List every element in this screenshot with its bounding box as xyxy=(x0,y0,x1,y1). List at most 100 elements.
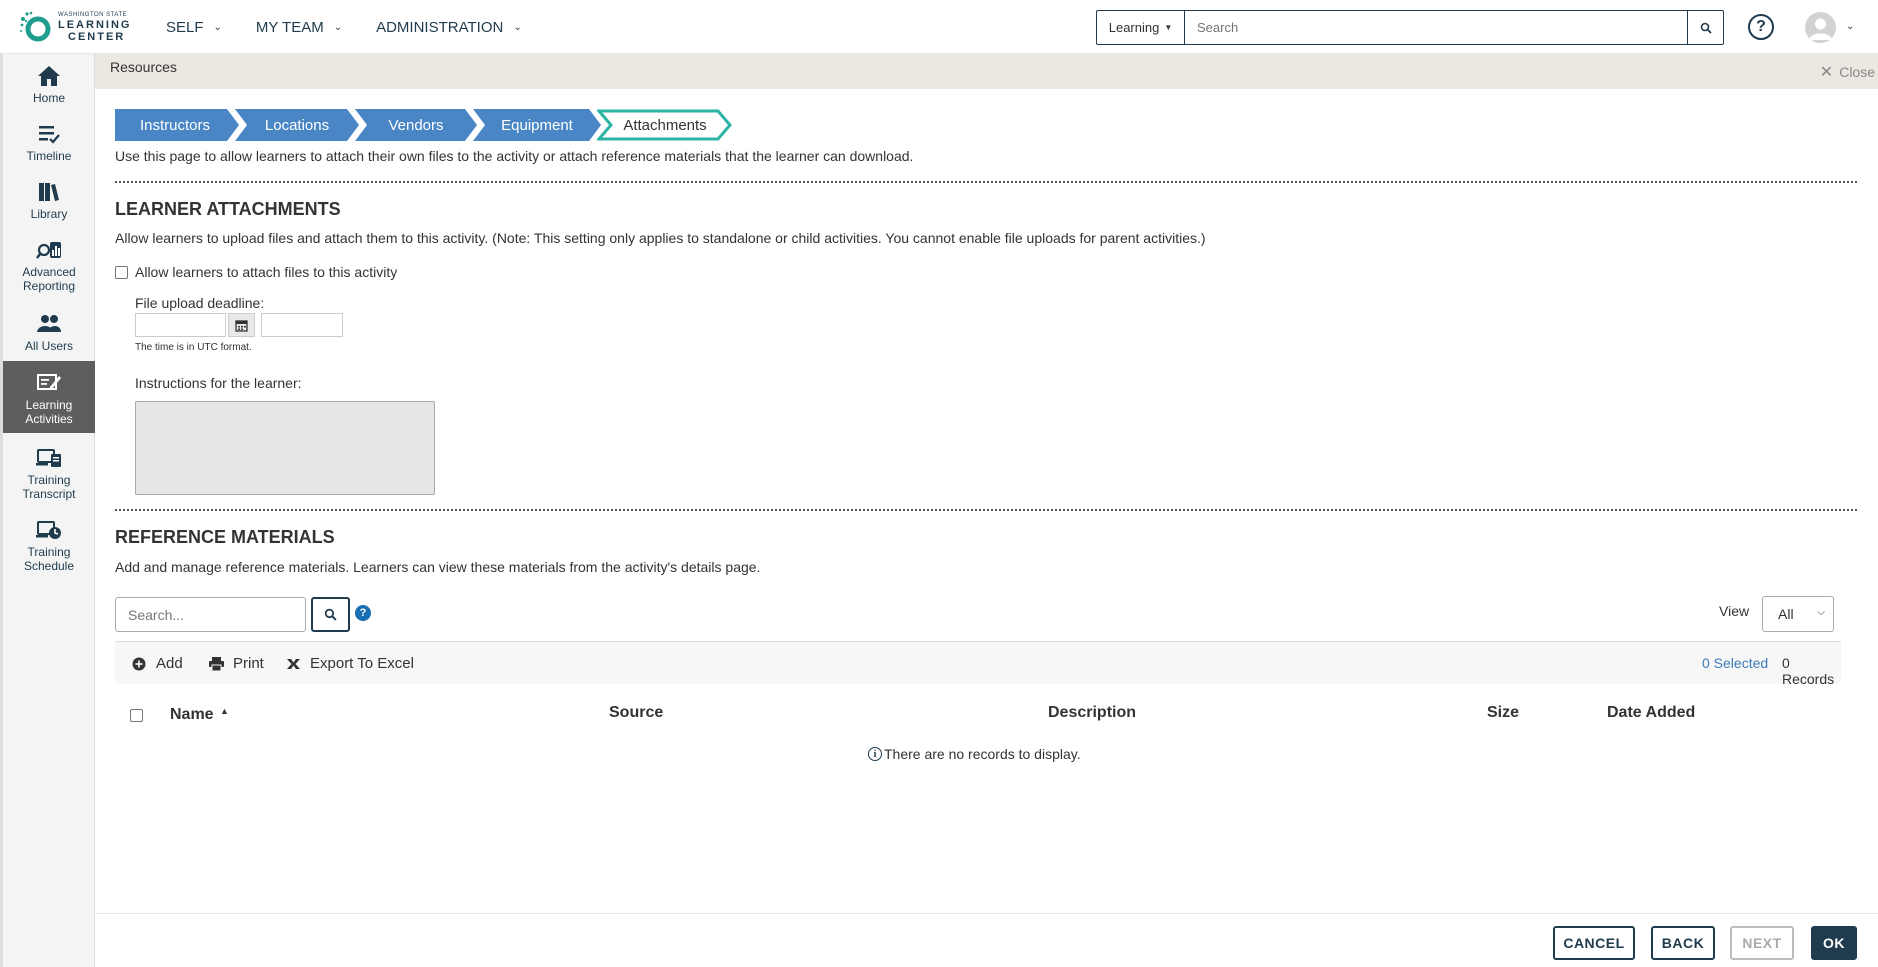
step-equipment[interactable]: Equipment xyxy=(473,109,601,141)
user-icon xyxy=(1809,18,1832,40)
global-search-input[interactable] xyxy=(1185,11,1687,44)
column-header-source[interactable]: Source xyxy=(609,704,663,722)
sidebar-item-label: Home xyxy=(32,91,65,105)
ok-button[interactable]: OK xyxy=(1811,926,1857,960)
nav-administration-label: ADMINISTRATION xyxy=(376,18,504,36)
reference-search-placeholder: Search... xyxy=(128,606,185,623)
divider xyxy=(115,181,1857,183)
learner-attachments-heading: LEARNER ATTACHMENTS xyxy=(115,199,341,219)
logo[interactable]: WASHINGTON STATE LEARNING CENTER xyxy=(18,8,136,46)
sidebar-item-label: Learning Activities xyxy=(25,398,73,427)
sidebar-item-all-users[interactable]: All Users xyxy=(3,312,95,360)
caret-down-icon: ▼ xyxy=(1164,23,1173,32)
close-button[interactable]: ✕ Close xyxy=(1820,62,1875,82)
intro-text: Use this page to allow learners to attac… xyxy=(115,148,914,164)
learner-attachments-desc: Allow learners to upload files and attac… xyxy=(115,230,1206,246)
deadline-date-input[interactable] xyxy=(135,313,226,337)
reference-search-button[interactable] xyxy=(311,597,350,632)
empty-state-text: There are no records to display. xyxy=(884,746,1081,762)
sidebar-item-home[interactable]: Home xyxy=(3,64,95,112)
search-icon xyxy=(324,608,337,621)
print-icon xyxy=(208,656,224,672)
export-to-excel-button[interactable]: Export To Excel xyxy=(285,655,414,672)
nav-administration[interactable]: ADMINISTRATION ⌄ xyxy=(376,19,522,36)
allow-attach-checkbox[interactable] xyxy=(115,265,128,279)
search-scope-dropdown[interactable]: Learning ▼ xyxy=(1097,11,1185,44)
sort-asc-icon: ▲ xyxy=(220,706,229,716)
nav-self[interactable]: SELF ⌄ xyxy=(166,19,222,36)
reference-search-input[interactable]: Search... xyxy=(115,597,306,632)
logo-text: WASHINGTON STATE LEARNING CENTER xyxy=(58,12,131,43)
chevron-down-icon: ⌄ xyxy=(213,21,222,33)
sidebar-item-library[interactable]: Library xyxy=(3,180,95,228)
help-icon[interactable]: ? xyxy=(355,605,371,621)
column-header-date-added[interactable]: Date Added xyxy=(1607,704,1695,722)
sidebar-item-label: Advanced Reporting xyxy=(22,265,76,294)
help-icon: ? xyxy=(1756,18,1766,35)
print-label: Print xyxy=(233,655,264,672)
step-vendors[interactable]: Vendors xyxy=(355,109,477,141)
top-nav: SELF ⌄ MY TEAM ⌄ ADMINISTRATION ⌄ xyxy=(166,0,556,54)
column-header-size[interactable]: Size xyxy=(1487,704,1519,722)
cancel-button[interactable]: CANCEL xyxy=(1553,926,1635,960)
add-button[interactable]: Add xyxy=(131,655,183,672)
column-header-label: Name xyxy=(170,706,214,723)
view-select-value: All xyxy=(1778,606,1794,622)
info-icon: i xyxy=(868,747,882,761)
selected-count[interactable]: 0 Selected xyxy=(1702,655,1768,671)
search-icon xyxy=(1700,22,1712,34)
view-select[interactable]: All ⌵ xyxy=(1762,596,1834,632)
step-instructors[interactable]: Instructors xyxy=(115,109,239,141)
plus-circle-icon xyxy=(131,656,147,672)
schedule-icon xyxy=(36,521,61,539)
chevron-down-icon: ⌄ xyxy=(333,21,343,33)
reporting-icon xyxy=(36,242,61,259)
step-label: Attachments xyxy=(623,116,707,134)
nav-self-label: SELF xyxy=(166,18,204,36)
library-icon xyxy=(39,183,59,201)
sidebar-item-training-transcript[interactable]: Training Transcript xyxy=(3,446,95,506)
step-label: Vendors xyxy=(388,116,444,134)
step-label: Instructors xyxy=(139,116,211,134)
transcript-icon xyxy=(36,449,61,467)
help-button[interactable]: ? xyxy=(1748,14,1774,40)
next-button[interactable]: NEXT xyxy=(1730,926,1794,960)
calendar-button[interactable] xyxy=(228,313,255,337)
sidebar-item-training-schedule[interactable]: Training Schedule xyxy=(3,518,95,578)
page-title: Resources xyxy=(110,59,177,75)
sidebar-item-advanced-reporting[interactable]: Advanced Reporting xyxy=(3,238,95,296)
column-header-name[interactable]: Name ▲ xyxy=(170,706,229,724)
instructions-label: Instructions for the learner: xyxy=(135,375,302,391)
step-nav: Instructors Locations Vendors Equipment … xyxy=(115,109,733,141)
close-icon: ✕ xyxy=(1819,64,1834,81)
sidebar-item-learning-activities[interactable]: Learning Activities xyxy=(3,361,95,433)
global-search-button[interactable] xyxy=(1687,11,1723,44)
main-content: Resources ✕ Close Instructors Locations … xyxy=(95,54,1878,967)
excel-icon xyxy=(285,656,301,672)
resources-header: Resources ✕ Close xyxy=(95,54,1878,89)
step-label: Equipment xyxy=(501,116,573,134)
footer-actions: CANCEL BACK NEXT OK xyxy=(95,913,1878,967)
step-attachments[interactable]: Attachments xyxy=(597,109,733,141)
logo-line-3: CENTER xyxy=(68,30,126,43)
select-all-checkbox[interactable] xyxy=(130,709,143,722)
home-icon xyxy=(38,66,60,86)
column-header-description[interactable]: Description xyxy=(1048,704,1136,722)
search-scope-label: Learning xyxy=(1108,20,1160,35)
instructions-textarea[interactable] xyxy=(135,401,435,495)
close-label: Close xyxy=(1839,64,1875,80)
print-button[interactable]: Print xyxy=(208,655,264,672)
calendar-icon xyxy=(235,319,248,332)
global-search: Learning ▼ xyxy=(1096,10,1724,45)
empty-state: i There are no records to display. xyxy=(868,746,1081,762)
avatar[interactable] xyxy=(1805,12,1836,43)
logo-line-1: WASHINGTON STATE xyxy=(58,11,128,18)
chevron-down-icon[interactable]: ⌄ xyxy=(1846,21,1854,32)
deadline-time-input[interactable] xyxy=(261,313,343,337)
sidebar-item-timeline[interactable]: Timeline xyxy=(3,122,95,170)
view-label: View xyxy=(1719,603,1750,619)
step-locations[interactable]: Locations xyxy=(235,109,359,141)
nav-my-team[interactable]: MY TEAM ⌄ xyxy=(256,19,342,36)
logo-mark-icon xyxy=(20,11,51,42)
back-button[interactable]: BACK xyxy=(1651,926,1715,960)
